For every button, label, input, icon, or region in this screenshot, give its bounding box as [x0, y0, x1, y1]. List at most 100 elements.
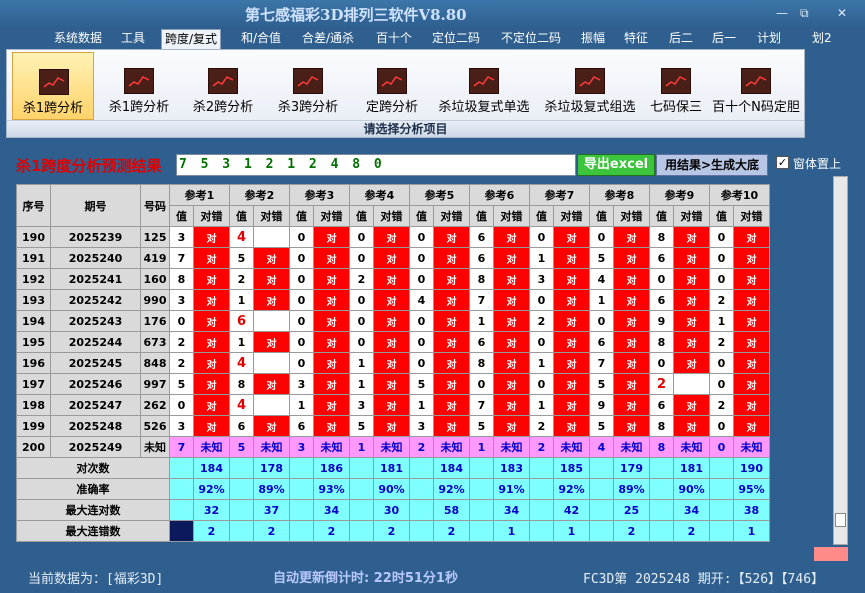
scrollbar-thumb[interactable] [835, 513, 846, 527]
cell-value: 0 [529, 289, 554, 311]
cell-period: 2025249 [50, 436, 141, 458]
cell-result [253, 352, 290, 374]
cell-seq: 190 [16, 226, 51, 248]
cell-value: 0 [289, 310, 314, 332]
header-ref: 参考2 [229, 184, 290, 206]
stats-value: 25 [613, 499, 650, 521]
result-field[interactable]: 7 5 3 1 2 1 2 4 8 0 [176, 154, 576, 176]
header-row: 序号 期号 号码 参考1 参考2 参考3 参考4 参考5 参考6 参考7 参考8 参考9 参考10 [16, 184, 770, 227]
header-result: 对错 [313, 205, 350, 227]
chart-icon [377, 68, 407, 94]
menu-last-one[interactable]: 后一 [712, 29, 736, 49]
stats-label: 准确率 [16, 478, 170, 500]
ribbon-label: 杀垃圾复式组选 [544, 100, 636, 115]
close-button[interactable]: ✕ [837, 6, 847, 20]
ribbon-kill1-span-selected[interactable]: 杀1跨分析 [12, 52, 94, 120]
stats-spacer [529, 499, 554, 521]
ribbon-kill-junk-group[interactable]: 杀垃圾复式组选 [538, 52, 642, 120]
cell-value: 6 [649, 394, 674, 416]
menu-feature[interactable]: 特征 [624, 29, 648, 49]
cell-number: 262 [140, 394, 170, 416]
vertical-scrollbar[interactable] [833, 176, 848, 545]
stats-spacer [289, 499, 314, 521]
chart-icon [208, 68, 238, 94]
ribbon-fixed-span[interactable]: 定跨分析 [353, 52, 431, 120]
cell-result: 对 [313, 415, 350, 437]
cell-value: 9 [649, 310, 674, 332]
menu-system-data[interactable]: 系统数据 [54, 29, 102, 49]
stats-spacer [409, 520, 434, 542]
cell-value: 6 [649, 247, 674, 269]
generate-base-button[interactable]: 用结果>生成大底 [656, 154, 768, 176]
ribbon-kill-junk-single[interactable]: 杀垃圾复式单选 [432, 52, 536, 120]
cell-result: 对 [673, 331, 710, 353]
cell-value: 2 [169, 352, 194, 374]
cell-result: 对 [673, 352, 710, 374]
stats-spacer [529, 457, 554, 479]
stats-label: 最大连错数 [16, 520, 170, 542]
menu-sum-value[interactable]: 和/合值 [241, 29, 281, 49]
ribbon-seven-code[interactable]: 七码保三 [643, 52, 709, 120]
table-row: 194 2025243 176 0 对 6 0 对 0 对 0 对 1 对 2 对 0 对 9 对 1 对 [16, 310, 770, 332]
header-value: 值 [529, 205, 554, 227]
cell-result: 对 [673, 310, 710, 332]
cell-result: 对 [493, 226, 530, 248]
menu-nonposition-two[interactable]: 不定位二码 [501, 29, 561, 49]
cell-result: 对 [313, 268, 350, 290]
cell-value: 0 [589, 310, 614, 332]
cell-number: 673 [140, 331, 170, 353]
menu-span-compound[interactable]: 跨度/复式 [161, 29, 222, 49]
cell-seq: 196 [16, 352, 51, 374]
cell-result: 对 [553, 352, 590, 374]
ribbon-n-code-dan[interactable]: 百十个N码定胆 [709, 52, 803, 120]
menu-last-two[interactable]: 后二 [669, 29, 693, 49]
cell-result: 对 [253, 373, 290, 395]
stats-spacer [289, 478, 314, 500]
cell-result: 对 [373, 268, 410, 290]
header-ref: 参考9 [649, 184, 710, 206]
cell-value: 0 [169, 310, 194, 332]
stats-value: 91% [493, 478, 530, 500]
stats-value: 1 [733, 520, 770, 542]
menu-hundreds-tens-units[interactable]: 百十个 [376, 29, 412, 49]
cell-result: 对 [673, 289, 710, 311]
menu-diff-kill[interactable]: 合差/通杀 [302, 29, 354, 49]
cell-value: 0 [289, 247, 314, 269]
stats-value: 2 [673, 520, 710, 542]
menu-position-two[interactable]: 定位二码 [432, 29, 480, 49]
cell-result: 对 [613, 352, 650, 374]
cell-result: 对 [733, 310, 770, 332]
minimize-button[interactable]: — [776, 6, 788, 20]
stats-spacer [169, 499, 194, 521]
menu-amplitude[interactable]: 振幅 [581, 29, 605, 49]
window-ontop-checkbox[interactable]: ✓ [776, 156, 789, 169]
cell-result: 对 [373, 331, 410, 353]
cell-value: 0 [289, 352, 314, 374]
cell-value: 1 [349, 436, 374, 458]
ribbon-kill3-span[interactable]: 杀3跨分析 [269, 52, 347, 120]
cell-result: 对 [433, 394, 470, 416]
chart-icon [293, 68, 323, 94]
cell-value: 1 [709, 310, 734, 332]
export-excel-button[interactable]: 导出excel [577, 154, 655, 176]
table-row: 190 2025239 125 3 对 4 0 对 0 对 0 对 6 对 0 对 0 对 8 对 0 对 [16, 226, 770, 248]
header-ref: 参考8 [589, 184, 650, 206]
ribbon-kill2-span[interactable]: 杀2跨分析 [184, 52, 262, 120]
restore-button[interactable]: ⧉ [800, 6, 809, 21]
stats-spacer [229, 478, 254, 500]
cell-result: 对 [553, 226, 590, 248]
cell-result: 对 [553, 331, 590, 353]
stats-value: 92% [193, 478, 230, 500]
ribbon-panel: 杀1跨分析 杀1跨分析 杀2跨分析 杀3跨分析 定跨分析 杀垃圾复式单选 杀垃圾… [6, 49, 805, 138]
cell-result: 未知 [493, 436, 530, 458]
cell-value: 0 [529, 331, 554, 353]
menu-plan[interactable]: 计划 [757, 29, 781, 49]
cell-result: 对 [433, 331, 470, 353]
menu-tools[interactable]: 工具 [121, 29, 145, 49]
stats-value: 30 [373, 499, 410, 521]
cell-value: 1 [229, 289, 254, 311]
ribbon-kill1-span[interactable]: 杀1跨分析 [100, 52, 178, 120]
cell-value: 8 [229, 373, 254, 395]
menu-plan-2[interactable]: 划2 [812, 29, 832, 49]
stats-spacer [169, 520, 194, 542]
